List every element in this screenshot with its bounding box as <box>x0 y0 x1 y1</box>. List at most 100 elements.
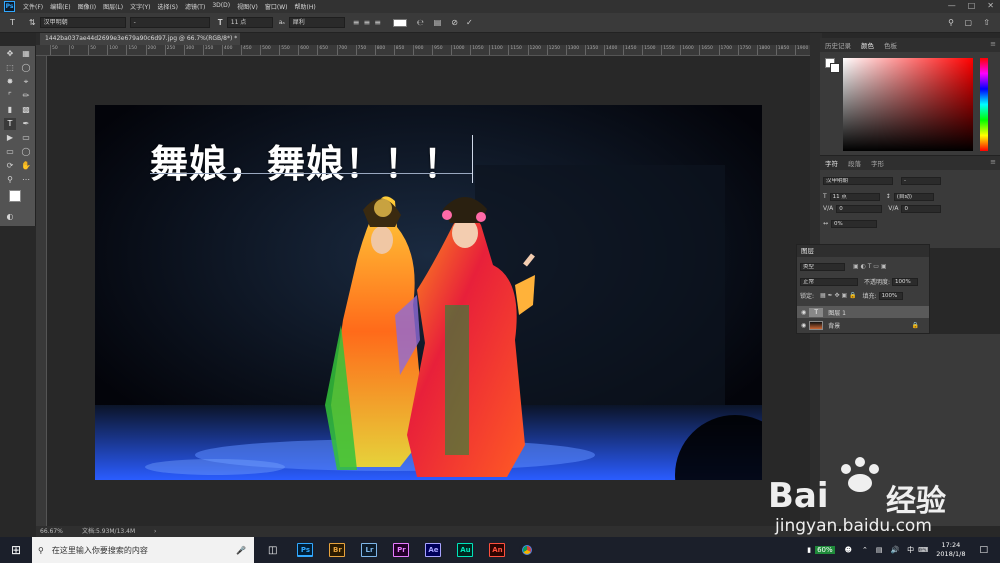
layer-filter-select[interactable]: 类型 <box>800 262 845 271</box>
type-tool-icon[interactable]: T <box>10 18 15 27</box>
taskbar-app-ae-icon[interactable]: Ae <box>425 543 442 557</box>
zoom-tool-icon[interactable]: ⚲ <box>4 174 16 186</box>
antialias-select[interactable]: 犀利 <box>288 17 345 28</box>
ime-indicator[interactable]: 中 <box>907 545 914 555</box>
battery-icon[interactable]: ▮ <box>807 546 811 554</box>
rotate-view-tool-icon[interactable]: ⟳ <box>4 160 16 172</box>
menu-3d[interactable]: 3D(D) <box>212 2 230 11</box>
layer-name[interactable]: 背景 <box>828 321 840 330</box>
warp-text-icon[interactable]: ℮ <box>417 18 424 27</box>
taskbar-app-ps-icon[interactable]: Ps <box>297 543 314 557</box>
tray-expand-icon[interactable]: ⌃ <box>862 546 868 554</box>
menu-filter[interactable]: 滤镜(T) <box>185 2 205 11</box>
shape-tool-icon[interactable]: ▭ <box>4 146 16 158</box>
taskbar-search[interactable]: ⚲ 在这里输入你要搜索的内容 🎤 <box>32 537 254 563</box>
font-size-select[interactable]: 11 点 <box>226 17 273 28</box>
char-kerning[interactable]: 0 <box>836 204 883 213</box>
color-field[interactable] <box>843 58 973 151</box>
align-right-icon[interactable]: ≡ <box>374 18 381 27</box>
canvas-text-layer[interactable]: 舞娘，舞娘！！！ <box>150 133 462 188</box>
gradient-tool-icon[interactable]: ▩ <box>20 104 32 116</box>
menu-type[interactable]: 文字(Y) <box>130 2 150 11</box>
panel-menu-icon[interactable]: ≡ <box>990 40 996 48</box>
document-canvas[interactable]: 舞娘，舞娘！！！ <box>95 105 762 480</box>
char-leading[interactable]: (自动) <box>893 192 934 201</box>
menu-select[interactable]: 选择(S) <box>157 2 178 11</box>
taskbar-app-lr-icon[interactable]: Lr <box>361 543 378 557</box>
volume-icon[interactable]: 🔊 <box>890 546 899 554</box>
menu-layer[interactable]: 图层(L) <box>103 2 123 11</box>
pen-tool-icon[interactable]: ✒ <box>20 118 32 130</box>
people-icon[interactable]: ☻ <box>845 546 852 554</box>
fill-field[interactable]: 100% <box>878 291 903 300</box>
taskbar-app-an-icon[interactable]: An <box>489 543 506 557</box>
hand-tool-icon[interactable]: ✋ <box>20 160 32 172</box>
eraser-tool-icon[interactable]: ▮ <box>4 104 16 116</box>
visibility-eye-icon[interactable]: ◉ <box>801 322 806 329</box>
crop-tool-icon[interactable]: ⌖ <box>20 76 32 88</box>
tab-color[interactable]: 颜色 <box>856 40 879 50</box>
rectangle-tool-icon[interactable]: ▭ <box>20 132 32 144</box>
task-view-icon[interactable]: ◫ <box>268 545 277 556</box>
font-style-select[interactable]: - <box>129 17 210 28</box>
menu-image[interactable]: 图像(I) <box>78 2 96 11</box>
bg-color-chip[interactable] <box>830 63 840 73</box>
tab-history[interactable]: 历史记录 <box>820 40 856 50</box>
document-info[interactable]: 文档:5.93M/13.4M <box>82 526 135 537</box>
menu-view[interactable]: 视图(V) <box>237 2 258 11</box>
text-orientation-icon[interactable]: ⇅ <box>29 18 36 27</box>
tab-paragraph[interactable]: 段落 <box>843 158 866 168</box>
char-panel-toggle-icon[interactable]: ▤ <box>434 18 442 27</box>
zoom-level[interactable]: 66.67% <box>40 526 63 537</box>
lock-icons[interactable]: ▦ ✒ ✥ ▣ 🔒 <box>820 292 857 299</box>
minimize-icon[interactable]: — <box>948 1 956 10</box>
char-vertical-scale[interactable]: 0% <box>831 219 878 228</box>
microphone-icon[interactable]: 🎤 <box>236 546 246 555</box>
layer-row[interactable]: ◉ 背景 🔒 <box>797 319 929 331</box>
document-tab[interactable]: 1442ba037ae44d2699e3e679a90c6d97.jpg @ 6… <box>40 33 240 45</box>
menu-file[interactable]: 文件(F) <box>23 2 43 11</box>
keyboard-icon[interactable]: ⌨ <box>918 546 928 554</box>
eyedropper-tool-icon[interactable]: ⌜ <box>4 90 16 102</box>
visibility-eye-icon[interactable]: ◉ <box>801 309 806 316</box>
text-color-swatch[interactable] <box>392 18 407 27</box>
taskbar-app-br-icon[interactable]: Br <box>329 543 346 557</box>
brush-tool-icon[interactable]: ✏ <box>20 90 32 102</box>
close-icon[interactable]: ✕ <box>987 1 994 10</box>
layer-row[interactable]: ◉ T 图层 1 <box>797 306 929 318</box>
blend-mode-select[interactable]: 正常 <box>800 277 858 286</box>
move-tool-icon[interactable]: ✥ <box>4 48 16 60</box>
char-tracking[interactable]: 0 <box>901 204 942 213</box>
layers-panel-title[interactable]: 图层 <box>797 245 929 257</box>
more-tools-icon[interactable]: ⋯ <box>20 174 32 186</box>
commit-check-icon[interactable]: ✓ <box>466 18 473 27</box>
search-icon[interactable]: ⚲ <box>948 18 954 27</box>
network-icon[interactable]: ▤ <box>876 546 883 554</box>
align-center-icon[interactable]: ≡ <box>363 18 370 27</box>
lasso-tool-icon[interactable]: ◯ <box>20 62 32 74</box>
share-icon[interactable]: ⇧ <box>983 18 990 27</box>
layer-filter-icons[interactable]: ▣ ◐ T ▭ ▣ <box>853 263 887 270</box>
taskbar-app-au-icon[interactable]: Au <box>457 543 474 557</box>
foreground-color-swatch[interactable] <box>9 190 21 202</box>
opacity-field[interactable]: 100% <box>892 277 919 286</box>
notification-icon[interactable]: □ <box>979 545 988 555</box>
ellipse-tool-icon[interactable]: ◯ <box>20 146 32 158</box>
path-select-tool-icon[interactable]: ▶ <box>4 132 16 144</box>
maximize-icon[interactable]: □ <box>968 1 976 10</box>
tab-character[interactable]: 字符 <box>820 158 843 168</box>
type-tool-icon[interactable]: T <box>4 118 16 130</box>
font-family-select[interactable]: 汉甲明朝 <box>39 17 126 28</box>
taskbar-app-pr-icon[interactable]: Pr <box>393 543 410 557</box>
char-font-style[interactable]: - <box>901 176 941 185</box>
magic-wand-tool-icon[interactable]: ✸ <box>4 76 16 88</box>
chrome-icon[interactable] <box>519 542 536 558</box>
marquee-tool-icon[interactable]: ⬚ <box>4 62 16 74</box>
char-font-size[interactable]: 11 点 <box>829 192 880 201</box>
artboard-tool-icon[interactable]: ▦ <box>20 48 32 60</box>
char-panel-menu-icon[interactable]: ≡ <box>990 158 996 166</box>
hue-slider[interactable] <box>980 58 988 151</box>
windows-start-icon[interactable]: ⊞ <box>0 537 32 563</box>
quick-mask-icon[interactable]: ◐ <box>4 211 16 223</box>
menu-window[interactable]: 窗口(W) <box>265 2 288 11</box>
